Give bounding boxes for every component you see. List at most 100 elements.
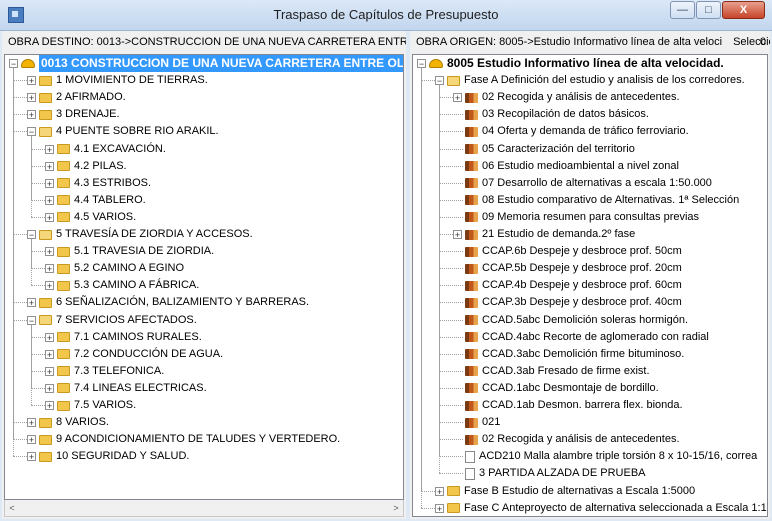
tree-item[interactable]: +5.2 CAMINO A EGINO (45, 260, 184, 277)
tree-item[interactable]: +21 Estudio de demanda.2º fase (453, 226, 635, 243)
tree-item[interactable]: +7.1 CAMINOS RURALES. (45, 329, 202, 346)
tree-item[interactable]: + Fase B Estudio de alternativas a Escala… (435, 483, 695, 500)
expand-icon[interactable]: + (435, 503, 444, 513)
tree-item[interactable]: +4.1 EXCAVACIÓN. (45, 141, 166, 158)
tree-item[interactable]: + Fase C Anteproyecto de alternativa sele… (435, 500, 767, 516)
tree-item[interactable]: CCAP.4b Despeje y desbroce prof. 60cm (465, 277, 682, 294)
close-button[interactable]: X (722, 1, 765, 19)
tree-item[interactable]: +7.2 CONDUCCIÓN DE AGUA. (45, 346, 223, 363)
expand-icon[interactable]: + (45, 212, 54, 222)
tree-item[interactable]: CCAD.3abc Demolición firme bituminoso. (465, 346, 684, 363)
expand-icon[interactable]: + (45, 264, 54, 274)
minimize-button[interactable]: — (670, 1, 695, 19)
expand-icon[interactable]: + (453, 93, 462, 103)
expand-icon[interactable]: + (45, 281, 54, 291)
expand-icon[interactable]: + (27, 110, 36, 120)
tree-item-label: CCAD.1ab Desmon. barrera flex. bionda. (482, 399, 683, 411)
collapse-icon[interactable]: − (417, 59, 426, 69)
tree-connector (439, 336, 463, 338)
tree-item[interactable]: 09 Memoria resumen para consultas previa… (465, 209, 699, 226)
tree-item[interactable]: 03 Recopilación de datos básicos. (465, 106, 649, 123)
tree-connector (13, 131, 27, 133)
tree-item[interactable]: − 5 TRAVESÍA DE ZIORDIA Y ACCESOS. (27, 226, 253, 243)
tree-item[interactable]: +5.3 CAMINO A FÁBRICA. (45, 277, 199, 294)
tree-item[interactable]: +9 ACONDICIONAMIENTO DE TALUDES Y VERTED… (27, 431, 340, 448)
expand-icon[interactable]: + (45, 332, 54, 342)
expand-icon[interactable]: + (45, 144, 54, 154)
tree-item[interactable]: − 0013 CONSTRUCCION DE UNA NUEVA CARRETER… (9, 55, 403, 72)
tree-item[interactable]: CCAD.1abc Desmontaje de bordillo. (465, 380, 659, 397)
collapse-icon[interactable]: − (27, 230, 36, 240)
tree-item[interactable]: ACD210 Malla alambre triple torsión 8 x … (465, 448, 757, 465)
tree-connector (439, 370, 463, 372)
tree-item[interactable]: +5.1 TRAVESIA DE ZIORDIA. (45, 243, 214, 260)
expand-icon[interactable]: + (453, 230, 462, 240)
tree-item[interactable]: +8 VARIOS. (27, 414, 109, 431)
expand-icon[interactable]: + (27, 452, 36, 462)
tree-item[interactable]: CCAD.5abc Demolición soleras hormigón. (465, 312, 688, 329)
tree-item[interactable]: CCAD.3ab Fresado de firme exist. (465, 363, 650, 380)
tree-item[interactable]: +02 Recogida y análisis de antecedentes. (453, 89, 680, 106)
tree-item[interactable]: +7.5 VARIOS. (45, 397, 136, 414)
expand-icon[interactable]: + (45, 349, 54, 359)
tree-item-label: 08 Estudio comparativo de Alternativas. … (482, 193, 740, 206)
scroll-right-arrow[interactable]: > (390, 502, 402, 514)
tree-item[interactable]: +2 AFIRMADO. (27, 89, 126, 106)
tree-item-label: Fase B Estudio de alternativas a Escala … (464, 484, 696, 497)
tree-item[interactable]: CCAD.4abc Recorte de aglomerado con radi… (465, 329, 709, 346)
folder-icon (39, 75, 52, 86)
collapse-icon[interactable]: − (435, 76, 444, 86)
collapse-icon[interactable]: − (27, 127, 36, 137)
tree-item[interactable]: − 8005 Estudio Informativo línea de alta … (417, 55, 724, 72)
tree-item[interactable]: − 7 SERVICIOS AFECTADOS. (27, 312, 197, 329)
tree-item[interactable]: CCAP.3b Despeje y desbroce prof. 40cm (465, 294, 682, 311)
tree-item[interactable]: +4.4 TABLERO. (45, 192, 146, 209)
folder-icon (57, 195, 70, 206)
expand-icon[interactable]: + (27, 435, 36, 445)
expand-icon[interactable]: + (45, 247, 54, 257)
tree-item-label: Fase A Definición del estudio y analisis… (464, 74, 745, 87)
collapse-icon[interactable]: − (9, 59, 18, 69)
expand-icon[interactable]: + (27, 76, 36, 86)
tree-item[interactable]: +7.4 LINEAS ELECTRICAS. (45, 380, 207, 397)
tree-item[interactable]: 04 Oferta y demanda de tráfico ferroviar… (465, 123, 689, 140)
window-title: Traspaso de Capítulos de Presupuesto (273, 7, 499, 22)
maximize-button[interactable]: □ (696, 1, 721, 19)
expand-icon[interactable]: + (45, 161, 54, 171)
tree-item[interactable]: +6 SEÑALIZACIÓN, BALIZAMIENTO Y BARRERAS… (27, 294, 309, 311)
expand-icon[interactable]: + (435, 486, 444, 496)
tree-item[interactable]: 06 Estudio medioambiental a nivel zonal (465, 158, 679, 175)
destination-tree[interactable]: − 0013 CONSTRUCCION DE UNA NUEVA CARRETER… (4, 54, 404, 500)
origin-tree[interactable]: −8005 Estudio Informativo línea de alta … (412, 54, 768, 517)
collapse-icon[interactable]: − (27, 315, 36, 325)
tree-item[interactable]: CCAD.1ab Desmon. barrera flex. bionda. (465, 397, 683, 414)
expand-icon[interactable]: + (45, 178, 54, 188)
tree-item[interactable]: CCAP.5b Despeje y desbroce prof. 20cm (465, 260, 682, 277)
expand-icon[interactable]: + (45, 195, 54, 205)
tree-item[interactable]: +3 DRENAJE. (27, 106, 120, 123)
tree-item[interactable]: 07 Desarrollo de alternativas a escala 1… (465, 175, 712, 192)
expand-icon[interactable]: + (45, 366, 54, 376)
expand-icon[interactable]: + (27, 418, 36, 428)
tree-item[interactable]: 08 Estudio comparativo de Alternativas. … (465, 192, 739, 209)
tree-item[interactable]: − Fase A Definición del estudio y analisi… (435, 72, 745, 89)
tree-item[interactable]: +4.5 VARIOS. (45, 209, 136, 226)
tree-item[interactable]: 3 PARTIDA ALZADA DE PRUEBA (465, 465, 646, 482)
scroll-left-arrow[interactable]: < (6, 502, 18, 514)
expand-icon[interactable]: + (45, 401, 54, 411)
horizontal-scrollbar[interactable]: < > (4, 500, 404, 517)
tree-item[interactable]: +7.3 TELEFONICA. (45, 363, 164, 380)
tree-item[interactable]: +4.3 ESTRIBOS. (45, 175, 151, 192)
expand-icon[interactable]: + (45, 383, 54, 393)
tree-item[interactable]: +4.2 PILAS. (45, 158, 127, 175)
tree-item[interactable]: CCAP.6b Despeje y desbroce prof. 50cm (465, 243, 682, 260)
tree-item[interactable]: 021 (465, 414, 500, 431)
tree-item-label: 8 VARIOS. (56, 416, 109, 429)
expand-icon[interactable]: + (27, 93, 36, 103)
tree-item[interactable]: +1 MOVIMIENTO DE TIERRAS. (27, 72, 208, 89)
tree-item[interactable]: 02 Recogida y análisis de antecedentes. (465, 431, 680, 448)
expand-icon[interactable]: + (27, 298, 36, 308)
tree-item[interactable]: − 4 PUENTE SOBRE RIO ARAKIL. (27, 123, 219, 140)
tree-item[interactable]: 05 Caracterización del territorio (465, 141, 635, 158)
tree-item[interactable]: +10 SEGURIDAD Y SALUD. (27, 448, 189, 465)
